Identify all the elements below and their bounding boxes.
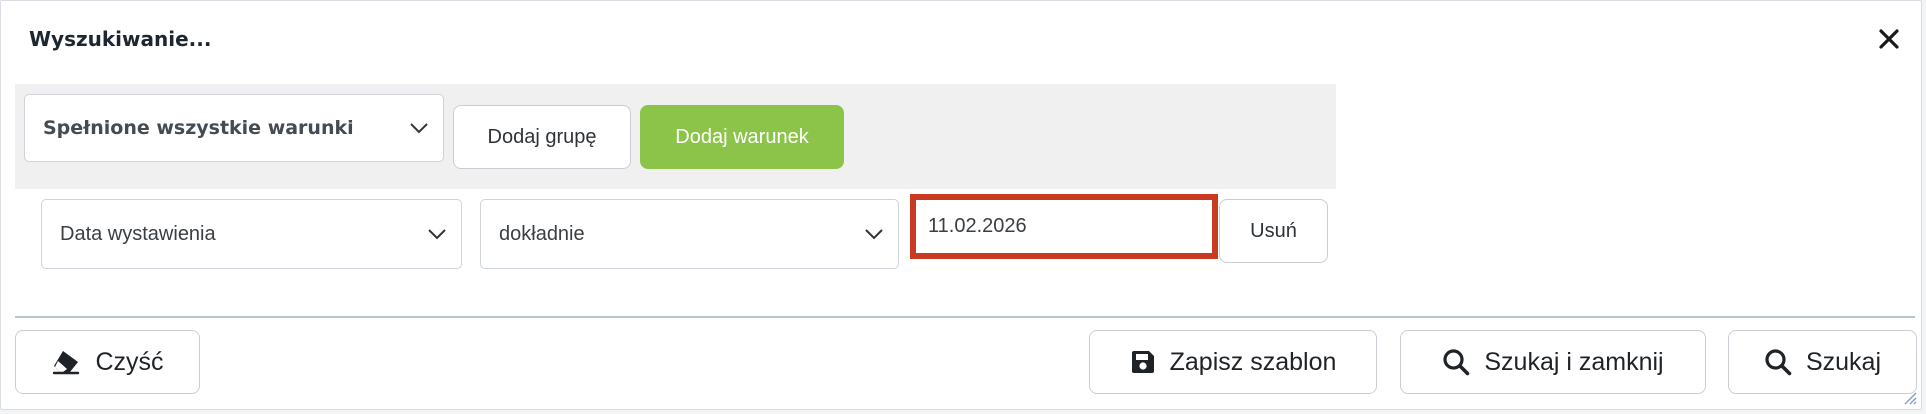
chevron-down-icon	[427, 228, 447, 240]
search-and-close-label: Szukaj i zamknij	[1484, 347, 1664, 376]
resize-handle-icon[interactable]	[1903, 391, 1917, 405]
save-template-label: Zapisz szablon	[1169, 347, 1337, 376]
condition-operator-value: dokładnie	[499, 222, 585, 245]
match-mode-value: Spełnione wszystkie warunki	[43, 117, 354, 139]
close-icon	[1879, 29, 1899, 49]
search-icon	[1765, 349, 1792, 376]
condition-operator-select[interactable]: dokładnie	[480, 199, 899, 269]
remove-condition-button[interactable]: Usuń	[1219, 199, 1328, 263]
search-dialog: Wyszukiwanie... Spełnione wszystkie waru…	[0, 0, 1922, 410]
search-icon	[1443, 349, 1470, 376]
eraser-icon	[53, 351, 80, 375]
chevron-down-icon	[409, 122, 429, 134]
chevron-down-icon	[864, 228, 884, 240]
date-input-highlight	[910, 194, 1218, 259]
floppy-disk-icon	[1131, 351, 1154, 373]
condition-field-value: Data wystawienia	[60, 222, 216, 245]
search-button[interactable]: Szukaj	[1728, 330, 1917, 394]
match-mode-select[interactable]: Spełnione wszystkie warunki	[24, 94, 444, 162]
clear-button[interactable]: Czyść	[15, 330, 200, 394]
dialog-title: Wyszukiwanie...	[29, 27, 212, 51]
add-condition-button[interactable]: Dodaj warunek	[640, 105, 844, 169]
footer-divider	[15, 316, 1915, 318]
close-button[interactable]	[1871, 21, 1907, 57]
condition-date-input[interactable]	[916, 200, 1212, 253]
search-button-label: Szukaj	[1805, 347, 1882, 376]
condition-field-select[interactable]: Data wystawienia	[41, 199, 462, 269]
save-template-button[interactable]: Zapisz szablon	[1089, 330, 1377, 394]
search-and-close-button[interactable]: Szukaj i zamknij	[1400, 330, 1706, 394]
clear-button-label: Czyść	[95, 347, 164, 376]
add-group-button[interactable]: Dodaj grupę	[453, 105, 631, 169]
